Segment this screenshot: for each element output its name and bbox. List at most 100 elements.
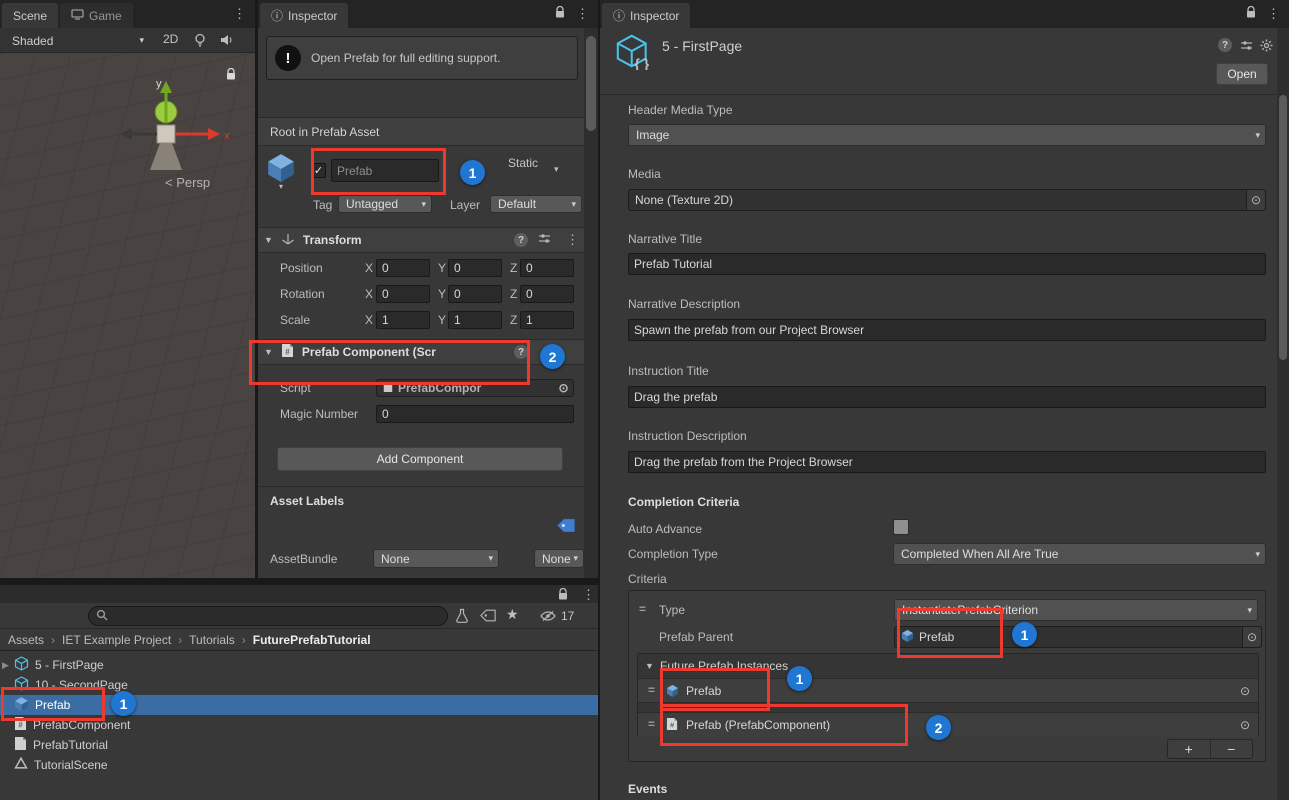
scrollbar-thumb[interactable] bbox=[1279, 95, 1287, 360]
tag-value: Untagged bbox=[346, 197, 398, 211]
header-media-type-dropdown[interactable]: Image▾ bbox=[628, 124, 1266, 146]
tab-inspector[interactable]: ⓘ Inspector bbox=[602, 3, 690, 28]
scrollbar[interactable] bbox=[1277, 28, 1289, 800]
scale-y-field[interactable]: 1 bbox=[448, 311, 502, 329]
instruction-title-field[interactable]: Drag the prefab bbox=[628, 386, 1266, 408]
drag-handle-icon[interactable]: = bbox=[648, 683, 655, 697]
magic-number-field[interactable]: 0 bbox=[376, 405, 574, 423]
completion-type-dropdown[interactable]: Completed When All Are True▾ bbox=[893, 543, 1266, 565]
presets-icon[interactable] bbox=[538, 233, 551, 247]
presets-icon[interactable] bbox=[1240, 40, 1253, 54]
assetbundle-variant-dropdown[interactable]: None▾ bbox=[534, 549, 584, 568]
search-by-type-icon[interactable] bbox=[456, 608, 468, 626]
breadcrumb-assets[interactable]: Assets bbox=[8, 633, 44, 647]
lock-icon[interactable] bbox=[226, 68, 236, 84]
breadcrumb-separator: › bbox=[51, 633, 55, 647]
perspective-gizmo-label[interactable]: < Persp bbox=[165, 175, 210, 190]
narrative-title-field[interactable]: Prefab Tutorial bbox=[628, 253, 1266, 275]
project-item-tutorialscene[interactable]: TutorialScene bbox=[0, 755, 598, 775]
breadcrumb-tutorials[interactable]: Tutorials bbox=[189, 633, 235, 647]
foldout-icon[interactable]: ▼ bbox=[264, 235, 273, 245]
favorites-star-icon[interactable]: ★ bbox=[506, 606, 519, 623]
label-tag-icon[interactable] bbox=[556, 518, 576, 536]
object-picker-icon[interactable]: ⊙ bbox=[554, 380, 573, 396]
narrative-title-label: Narrative Title bbox=[628, 232, 702, 246]
hidden-count-icon[interactable] bbox=[540, 610, 556, 625]
position-z-field[interactable]: 0 bbox=[520, 259, 574, 277]
assetbundle-dropdown[interactable]: None▾ bbox=[373, 549, 499, 568]
kebab-menu-icon[interactable]: ⋮ bbox=[582, 587, 595, 603]
tab-scene[interactable]: Scene bbox=[2, 3, 58, 28]
rotation-z-field[interactable]: 0 bbox=[520, 285, 574, 303]
tab-inspector[interactable]: ⓘ Inspector bbox=[260, 3, 348, 28]
breadcrumb-iet-example-project[interactable]: IET Example Project bbox=[62, 633, 171, 647]
tab-game[interactable]: Game bbox=[60, 3, 133, 28]
axis-x-label: X bbox=[365, 261, 373, 275]
help-icon[interactable]: ? bbox=[1218, 38, 1232, 52]
scale-z-field[interactable]: 1 bbox=[520, 311, 574, 329]
breadcrumb-futureprefabtutorial[interactable]: FuturePrefabTutorial bbox=[253, 633, 371, 647]
annotation-badge: 1 bbox=[460, 160, 485, 185]
scale-z-value: 1 bbox=[526, 313, 533, 327]
object-picker-icon[interactable]: ⊙ bbox=[1242, 627, 1261, 647]
2d-toggle-button[interactable]: 2D bbox=[163, 32, 178, 46]
position-y-field[interactable]: 0 bbox=[448, 259, 502, 277]
add-component-button[interactable]: Add Component bbox=[277, 447, 563, 471]
svg-text:#: # bbox=[18, 721, 23, 730]
lock-icon[interactable] bbox=[555, 6, 565, 22]
kebab-menu-icon[interactable]: ⋮ bbox=[576, 6, 589, 22]
scene-audio-icon[interactable] bbox=[220, 34, 234, 49]
search-by-label-icon[interactable] bbox=[480, 609, 496, 625]
transform-component-header[interactable]: ▼ Transform ? ⋮ bbox=[258, 227, 584, 253]
help-icon[interactable]: ? bbox=[514, 233, 528, 247]
search-icon bbox=[96, 609, 108, 624]
kebab-menu-icon[interactable]: ⋮ bbox=[1267, 6, 1280, 22]
tag-dropdown[interactable]: Untagged▾ bbox=[338, 195, 432, 213]
rotation-y-field[interactable]: 0 bbox=[448, 285, 502, 303]
search-input[interactable] bbox=[88, 606, 448, 626]
criterion-type-label: Type bbox=[659, 603, 685, 617]
scale-label: Scale bbox=[280, 313, 310, 327]
annotation-badge: 1 bbox=[111, 691, 136, 716]
object-picker-icon[interactable]: ⊙ bbox=[1240, 684, 1250, 698]
chevron-down-icon: ▾ bbox=[573, 553, 578, 564]
narrative-description-field[interactable]: Spawn the prefab from our Project Browse… bbox=[628, 319, 1266, 341]
game-view-icon bbox=[71, 9, 84, 23]
foldout-icon[interactable]: ▼ bbox=[645, 661, 654, 671]
transform-icon bbox=[281, 232, 295, 249]
scale-x-field[interactable]: 1 bbox=[376, 311, 430, 329]
scrollbar-thumb[interactable] bbox=[586, 36, 596, 131]
static-dropdown[interactable]: ▾ bbox=[554, 164, 559, 175]
lock-icon[interactable] bbox=[1246, 6, 1256, 22]
axis-x-label: x bbox=[224, 130, 230, 142]
kebab-menu-icon[interactable]: ⋮ bbox=[233, 6, 246, 22]
layer-dropdown[interactable]: Default▾ bbox=[490, 195, 582, 213]
prefab-cube-icon[interactable]: ▾ bbox=[266, 152, 296, 189]
rotation-label: Rotation bbox=[280, 287, 325, 301]
project-item-prefabtutorial[interactable]: PrefabTutorial bbox=[0, 735, 598, 755]
object-picker-icon[interactable]: ⊙ bbox=[1246, 190, 1265, 210]
scrollbar[interactable] bbox=[584, 28, 598, 578]
open-button-label: Open bbox=[1227, 67, 1256, 81]
shading-mode-dropdown[interactable]: Shaded ▾ bbox=[8, 32, 148, 49]
rotation-x-field[interactable]: 0 bbox=[376, 285, 430, 303]
scene-lighting-icon[interactable] bbox=[194, 33, 206, 51]
foldout-icon[interactable]: ▶ bbox=[2, 660, 9, 671]
drag-handle-icon[interactable]: = bbox=[648, 717, 655, 731]
lock-icon[interactable] bbox=[558, 588, 568, 604]
annotation-badge: 1 bbox=[1012, 622, 1037, 647]
open-prefab-button[interactable]: Open bbox=[1216, 63, 1268, 85]
auto-advance-checkbox[interactable] bbox=[893, 519, 909, 535]
kebab-menu-icon[interactable]: ⋮ bbox=[566, 232, 579, 248]
drag-handle-icon[interactable]: = bbox=[639, 602, 646, 616]
rotation-y-value: 0 bbox=[454, 287, 461, 301]
media-object-field[interactable]: None (Texture 2D) ⊙ bbox=[628, 189, 1266, 211]
object-picker-icon[interactable]: ⊙ bbox=[1240, 718, 1250, 732]
position-x-field[interactable]: 0 bbox=[376, 259, 430, 277]
scene-viewport[interactable]: y x < Persp bbox=[0, 53, 255, 578]
add-item-button[interactable]: + bbox=[1168, 740, 1210, 758]
instruction-description-field[interactable]: Drag the prefab from the Project Browser bbox=[628, 451, 1266, 473]
project-item-firstpage[interactable]: ▶ 5 - FirstPage bbox=[0, 655, 598, 675]
gear-icon[interactable] bbox=[1260, 39, 1273, 55]
remove-item-button[interactable]: − bbox=[1210, 740, 1253, 758]
